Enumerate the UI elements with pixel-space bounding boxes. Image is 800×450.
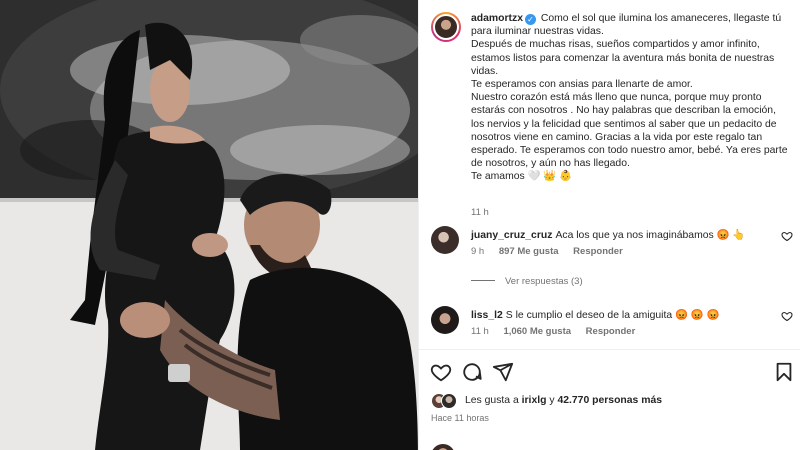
likes-text: Les gusta a irixlg y 42.770 personas más	[465, 395, 662, 406]
caption-line: Como el sol que ilumina los amaneceres, …	[540, 13, 782, 24]
post-details-panel: adamortzx ✓ Como el sol que ilumina los a…	[418, 0, 800, 450]
caption-line: nosotros viene en camino. Gracias a la v…	[471, 131, 763, 143]
share-icon	[492, 362, 514, 382]
comment-likes[interactable]: 897 Me gusta	[499, 246, 559, 257]
caption-line: estarás con nosotros . No hay palabras q…	[471, 105, 776, 117]
bookmark-icon	[776, 362, 792, 382]
heart-icon	[430, 364, 452, 382]
view-replies-button[interactable]: Ver respuestas (3)	[471, 276, 583, 287]
avatar[interactable]	[431, 226, 459, 254]
caption-line: de nosotros, y aún no has llegado.	[471, 158, 630, 170]
caption-timestamp: 11 h	[471, 207, 489, 218]
replies-divider	[471, 280, 495, 281]
caption-line: Te amamos 🤍 👑 👶	[471, 171, 573, 183]
comment-meta: 9 h 897 Me gusta Responder	[471, 246, 635, 257]
reply-button[interactable]: Responder	[586, 326, 636, 337]
caption-line: vidas.	[471, 65, 499, 77]
heart-icon[interactable]	[781, 230, 793, 242]
post-photo[interactable]	[0, 0, 418, 450]
comment-body: Aca los que ya nos imaginábamos 😡 👆	[555, 230, 746, 241]
comment-icon	[463, 363, 482, 381]
heart-icon[interactable]	[781, 310, 793, 322]
caption-line: los nervios y la felicidad que sentimos …	[471, 118, 777, 130]
avatar	[441, 393, 457, 409]
caption-line: para iluminar nuestras vidas.	[471, 26, 604, 38]
caption-line: estamos listos para comenzar la aventura…	[471, 52, 775, 64]
comment-username[interactable]: juany_cruz_cruz	[471, 230, 552, 241]
comment-meta: 11 h 1,060 Me gusta Responder	[471, 326, 647, 337]
verified-badge-icon: ✓	[524, 14, 536, 25]
section-divider	[419, 349, 800, 350]
save-button[interactable]	[773, 361, 795, 383]
action-bar	[419, 361, 800, 385]
likes-user[interactable]: irixlg	[522, 395, 547, 406]
post-timestamp: Hace 11 horas	[431, 413, 489, 423]
caption-line: Después de muchas risas, sueños comparti…	[471, 39, 760, 51]
caption-line: esperado. Te esperamos con todo nuestro …	[471, 145, 788, 157]
comment-text: liss_l2 S le cumplio el deseo de la amigu…	[471, 308, 720, 321]
view-replies-label: Ver respuestas (3)	[505, 276, 583, 287]
likes-count[interactable]: 42.770 personas más	[557, 395, 662, 406]
caption-line: Nuestro corazón está más lleno que nunca…	[471, 92, 762, 104]
comment-time: 9 h	[471, 246, 485, 257]
likes-prefix: Les gusta a	[465, 395, 519, 406]
like-button[interactable]	[430, 361, 452, 383]
comment-likes[interactable]: 1,060 Me gusta	[503, 326, 571, 337]
likes-summary[interactable]: Les gusta a irixlg y 42.770 personas más	[431, 392, 791, 412]
avatar[interactable]	[431, 306, 459, 334]
comment-body: S le cumplio el deseo de la amiguita 😡 😡…	[505, 310, 720, 321]
caption-text: adamortzx ✓ Como el sol que ilumina los a…	[471, 12, 796, 184]
comment-text: juany_cruz_cruz Aca los que ya nos imagin…	[471, 228, 745, 241]
likes-joiner: y	[549, 395, 555, 406]
post-username[interactable]: adamortzx	[471, 13, 523, 24]
comment-button[interactable]	[461, 361, 483, 383]
caption-line: Te esperamos con ansias para llenarte de…	[471, 79, 693, 91]
reply-button[interactable]: Responder	[573, 246, 623, 257]
comment-username[interactable]: liss_l2	[471, 310, 503, 321]
share-button[interactable]	[492, 361, 514, 383]
comment-time: 11 h	[471, 326, 489, 337]
avatar	[431, 444, 455, 450]
avatar[interactable]	[431, 12, 461, 42]
